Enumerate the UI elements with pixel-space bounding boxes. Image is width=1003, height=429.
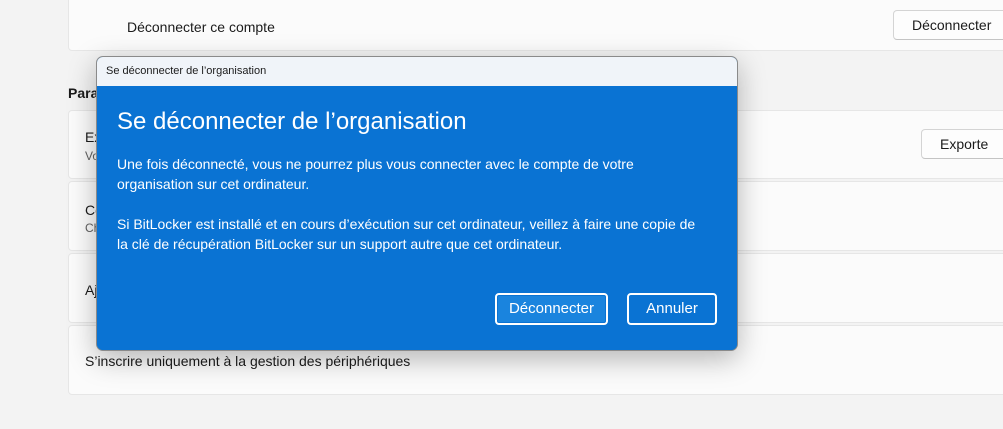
- dialog-paragraph-bitlocker-warning: Si BitLocker est installé et en cours d’…: [117, 216, 696, 252]
- dialog-heading: Se déconnecter de l’organisation: [117, 108, 467, 135]
- section-heading: Para: [68, 85, 99, 101]
- disconnect-account-label: Déconnecter ce compte: [127, 19, 275, 35]
- dialog-body: Se déconnecter de l’organisation Une foi…: [97, 86, 737, 350]
- export-button[interactable]: Exporte: [921, 129, 1003, 159]
- disconnect-organization-dialog: Se déconnecter de l’organisation Se déco…: [96, 56, 738, 351]
- cancel-button[interactable]: Annuler: [627, 293, 717, 325]
- dialog-titlebar[interactable]: Se déconnecter de l’organisation: [97, 57, 737, 86]
- disconnect-account-card: Déconnecter ce compte Déconnecter: [68, 0, 1003, 51]
- dialog-window-title: Se déconnecter de l’organisation: [106, 65, 267, 77]
- enroll-device-management-label: S’inscrire uniquement à la gestion des p…: [85, 353, 411, 369]
- disconnect-button[interactable]: Déconnecter: [495, 293, 608, 325]
- disconnect-account-button[interactable]: Déconnecter: [893, 10, 1003, 40]
- dialog-paragraph-signout-warning: Une fois déconnecté, vous ne pourrez plu…: [117, 156, 634, 192]
